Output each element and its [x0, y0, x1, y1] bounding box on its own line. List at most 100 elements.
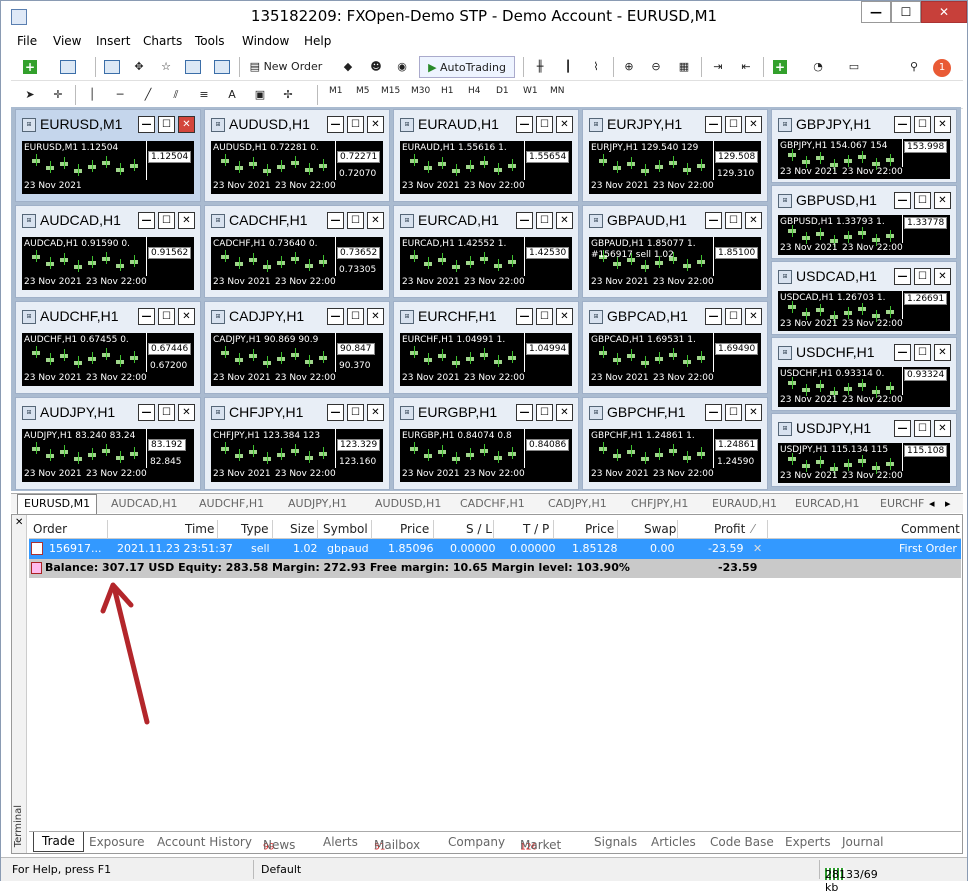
chart-maximize-icon[interactable]: ☐	[914, 344, 931, 361]
label-icon[interactable]: ▣	[249, 84, 271, 106]
chart-maximize-icon[interactable]: ☐	[536, 212, 553, 229]
terminal-close-icon[interactable]: ✕	[15, 517, 23, 528]
indicators-icon[interactable]: +	[769, 56, 791, 78]
minimize-button[interactable]: —	[861, 1, 891, 23]
chart-maximize-icon[interactable]: ☐	[725, 308, 742, 325]
tile-windows-icon[interactable]: ▦	[673, 56, 695, 78]
tab-signals[interactable]: Signals	[594, 835, 637, 849]
chart-maximize-icon[interactable]: ☐	[158, 404, 175, 421]
chart-minimize-icon[interactable]: —	[327, 116, 344, 133]
col-tp[interactable]: T / P	[523, 522, 549, 536]
chart-canvas[interactable]: GBPJPY,H1 154.067 154 153.998 23 Nov 2021 2…	[778, 139, 950, 179]
chart-close-icon[interactable]: ✕	[178, 212, 195, 229]
chart-minimize-icon[interactable]: —	[138, 116, 155, 133]
chart-window-eurcad-h1[interactable]: ⊞ EURCAD,H1 — ☐ ✕ EURCAD,H1 1.42552 1. 1.42530…	[393, 205, 579, 298]
chart-tab-chfjpy[interactable]: CHFJPY,H1	[631, 497, 688, 510]
chart-window-euraud-h1[interactable]: ⊞ EURAUD,H1 — ☐ ✕ EURAUD,H1 1.55616 1. 1.55654…	[393, 109, 579, 202]
chart-close-icon[interactable]: ✕	[934, 192, 951, 209]
fibonacci-icon[interactable]: ≡	[193, 84, 215, 106]
search-icon[interactable]: ⚲	[903, 56, 925, 78]
chart-window-audusd-h1[interactable]: ⊞ AUDUSD,H1 — ☐ ✕ AUDUSD,H1 0.72281 0. 0.72271…	[204, 109, 390, 202]
tf-m1[interactable]: M1	[329, 86, 343, 96]
chart-tab-audchf[interactable]: AUDCHF,H1	[199, 497, 264, 510]
chart-canvas[interactable]: EURJPY,H1 129.540 129 129.508 129.310 23 No…	[589, 141, 761, 194]
notifications-icon[interactable]: 1	[931, 56, 953, 78]
trendline-icon[interactable]: ╱	[137, 84, 159, 106]
chart-canvas[interactable]: EURUSD,M1 1.12504 1.12504 23 Nov 2021	[22, 141, 194, 194]
chart-maximize-icon[interactable]: ☐	[158, 116, 175, 133]
zoom-out-icon[interactable]: ⊖	[645, 56, 667, 78]
chart-close-icon[interactable]: ✕	[934, 344, 951, 361]
tf-d1[interactable]: D1	[496, 86, 509, 96]
menu-window[interactable]: Window	[242, 34, 289, 48]
close-order-icon[interactable]: ✕	[753, 542, 762, 555]
tab-company[interactable]: Company	[448, 835, 505, 849]
chart-minimize-icon[interactable]: —	[894, 192, 911, 209]
chart-minimize-icon[interactable]: —	[894, 344, 911, 361]
chart-close-icon[interactable]: ✕	[934, 268, 951, 285]
chart-maximize-icon[interactable]: ☐	[914, 420, 931, 437]
new-chart-icon[interactable]: +	[19, 56, 41, 78]
chart-close-icon[interactable]: ✕	[745, 116, 762, 133]
chart-maximize-icon[interactable]: ☐	[536, 404, 553, 421]
chart-canvas[interactable]: EURGBP,H1 0.84074 0.8 0.84086 23 Nov 2021 2…	[400, 429, 572, 482]
col-type[interactable]: Type	[241, 522, 269, 536]
chart-minimize-icon[interactable]: —	[138, 404, 155, 421]
menu-charts[interactable]: Charts	[143, 34, 182, 48]
profiles-icon[interactable]	[57, 56, 79, 78]
periods-icon[interactable]: ◔	[807, 56, 829, 78]
chart-window-eurjpy-h1[interactable]: ⊞ EURJPY,H1 — ☐ ✕ EURJPY,H1 129.540 129 129.50…	[582, 109, 768, 202]
bar-chart-icon[interactable]: ╫	[529, 56, 551, 78]
chart-canvas[interactable]: GBPCAD,H1 1.69531 1. 1.69490 23 Nov 2021 23…	[589, 333, 761, 386]
chart-minimize-icon[interactable]: —	[327, 404, 344, 421]
chart-canvas[interactable]: USDCAD,H1 1.26703 1. 1.26691 23 Nov 2021 23…	[778, 291, 950, 331]
tab-alerts[interactable]: Alerts	[323, 835, 358, 849]
chart-maximize-icon[interactable]: ☐	[914, 192, 931, 209]
tab-mailbox[interactable]: Mailbox 51	[374, 835, 420, 852]
chart-minimize-icon[interactable]: —	[894, 268, 911, 285]
chart-window-cadchf-h1[interactable]: ⊞ CADCHF,H1 — ☐ ✕ CADCHF,H1 0.73640 0. 0.73652…	[204, 205, 390, 298]
maximize-button[interactable]: ☐	[891, 1, 921, 23]
zoom-in-icon[interactable]: ⊕	[618, 56, 640, 78]
tf-m15[interactable]: M15	[381, 86, 400, 96]
chart-canvas[interactable]: CHFJPY,H1 123.384 123 123.329 123.160 23 No…	[211, 429, 383, 482]
chart-shift-icon[interactable]: ⇥	[707, 56, 729, 78]
col-swap[interactable]: Swap	[644, 522, 676, 536]
chart-minimize-icon[interactable]: —	[705, 116, 722, 133]
chart-canvas[interactable]: USDCHF,H1 0.93314 0. 0.93324 23 Nov 2021 23…	[778, 367, 950, 407]
order-sl[interactable]: 0.00000	[450, 542, 496, 555]
chart-canvas[interactable]: USDJPY,H1 115.134 115 115.108 23 Nov 2021 2…	[778, 443, 950, 483]
chart-tab-cadchf[interactable]: CADCHF,H1	[460, 497, 525, 510]
chart-canvas[interactable]: GBPAUD,H1 1.85077 1. 1.85100 #156917 sell …	[589, 237, 761, 290]
favorites-icon[interactable]: ☆	[155, 56, 177, 78]
chart-maximize-icon[interactable]: ☐	[347, 404, 364, 421]
chart-maximize-icon[interactable]: ☐	[347, 308, 364, 325]
chart-close-icon[interactable]: ✕	[367, 212, 384, 229]
chart-canvas[interactable]: CADJPY,H1 90.869 90.9 90.847 90.370 23 Nov …	[211, 333, 383, 386]
chart-window-chfjpy-h1[interactable]: ⊞ CHFJPY,H1 — ☐ ✕ CHFJPY,H1 123.384 123 123.32…	[204, 397, 390, 490]
chart-canvas[interactable]: EURCAD,H1 1.42552 1. 1.42530 23 Nov 2021 23…	[400, 237, 572, 290]
tab-scroll-right-icon[interactable]: ▸	[945, 497, 951, 510]
chart-window-usdjpy-h1[interactable]: ⊞ USDJPY,H1 — ☐ ✕ USDJPY,H1 115.134 115 115.10…	[771, 413, 957, 487]
autoscroll-icon[interactable]: ⇤	[735, 56, 757, 78]
chart-canvas[interactable]: EURCHF,H1 1.04991 1. 1.04994 23 Nov 2021 23…	[400, 333, 572, 386]
chart-maximize-icon[interactable]: ☐	[725, 212, 742, 229]
chart-minimize-icon[interactable]: —	[327, 212, 344, 229]
chart-window-gbpchf-h1[interactable]: ⊞ GBPCHF,H1 — ☐ ✕ GBPCHF,H1 1.24861 1. 1.24861…	[582, 397, 768, 490]
chart-window-gbpusd-h1[interactable]: ⊞ GBPUSD,H1 — ☐ ✕ GBPUSD,H1 1.33793 1. 1.33778…	[771, 185, 957, 259]
tf-h4[interactable]: H4	[468, 86, 481, 96]
crosshair-icon[interactable]: ✛	[47, 84, 69, 106]
tf-mn[interactable]: MN	[550, 86, 565, 96]
strategy-tester-icon[interactable]	[211, 56, 233, 78]
chart-close-icon[interactable]: ✕	[556, 116, 573, 133]
chart-window-cadjpy-h1[interactable]: ⊞ CADJPY,H1 — ☐ ✕ CADJPY,H1 90.869 90.9 90.847…	[204, 301, 390, 394]
chart-close-icon[interactable]: ✕	[745, 404, 762, 421]
chart-minimize-icon[interactable]: —	[516, 116, 533, 133]
chart-minimize-icon[interactable]: —	[705, 212, 722, 229]
chart-window-gbpaud-h1[interactable]: ⊞ GBPAUD,H1 — ☐ ✕ GBPAUD,H1 1.85077 1. 1.85100…	[582, 205, 768, 298]
text-icon[interactable]: A	[221, 84, 243, 106]
menu-tools[interactable]: Tools	[195, 34, 225, 48]
col-time[interactable]: Time	[185, 522, 214, 536]
chart-maximize-icon[interactable]: ☐	[536, 308, 553, 325]
signals-icon[interactable]: ◉	[391, 56, 413, 78]
